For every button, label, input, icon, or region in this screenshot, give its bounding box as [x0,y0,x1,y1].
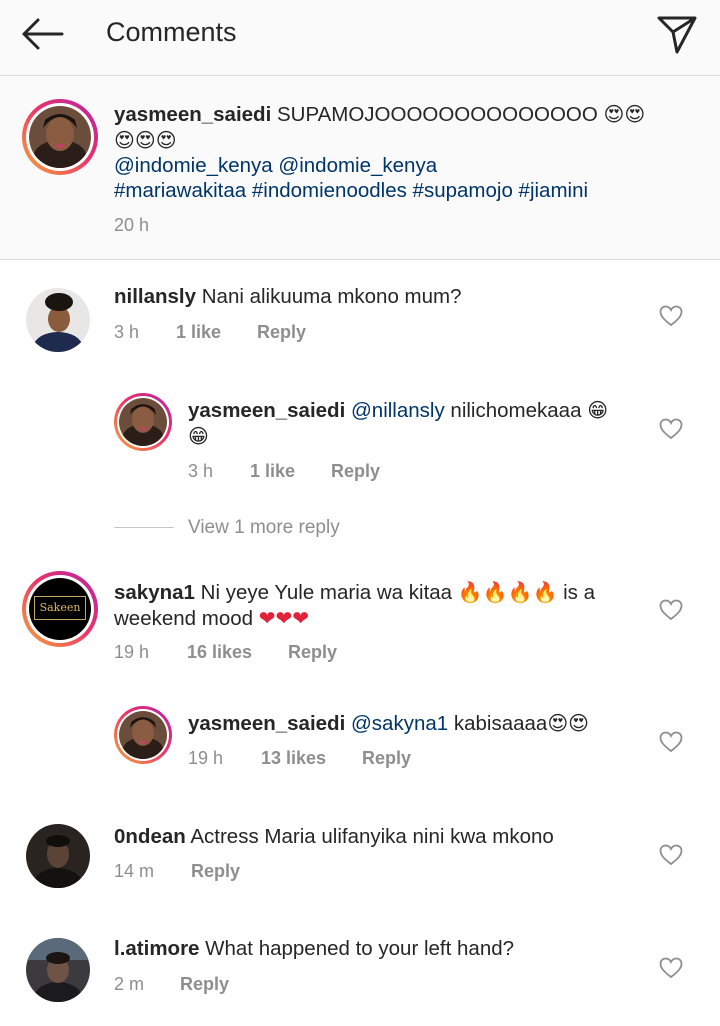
comment-text: Ni yeye Yule maria wa kitaa [200,581,453,604]
heart-eyes-emoji: 😍😍 [547,711,590,735]
heart-icon[interactable] [659,844,683,866]
comment-text-continued: is a [563,581,595,604]
grin-emoji: 😁 [587,398,609,422]
top-bar: Comments [0,0,720,76]
reply-likes[interactable]: 1 like [250,461,295,482]
comment-text: What happened to your left hand? [205,937,515,960]
avatar[interactable] [26,824,90,888]
heart-icon[interactable] [659,731,683,753]
comment-time: 2 m [114,974,145,994]
reply-button[interactable]: Reply [362,748,411,769]
comment-time: 14 m [114,861,155,881]
caption-username[interactable]: yasmeen_saiedi [114,103,271,126]
heart-icon[interactable] [659,305,683,327]
story-ring [114,706,172,764]
heart-eyes-emoji: 😍😍 [603,102,646,126]
story-ring [22,99,98,175]
reply-time: 3 h [188,461,214,481]
comment-time: 3 h [114,322,140,342]
reply-username[interactable]: yasmeen_saiedi [188,712,345,735]
reply-likes[interactable]: 13 likes [261,748,326,769]
comment-text: Nani alikuuma mkono mum? [201,285,462,308]
heart-eyes-emoji: 😍😍😍 [114,128,177,152]
avatar[interactable] [119,711,167,759]
heart-icon[interactable] [659,418,683,440]
comment-username[interactable]: sakyna1 [114,581,195,604]
reply-text: kabisaaaa [453,712,548,735]
back-arrow-icon[interactable] [18,14,66,54]
direct-send-icon[interactable] [655,12,699,56]
sakeen-logo: Sakeen [34,596,86,620]
reply-mention[interactable]: @sakyna1 [351,712,448,735]
reply-text: nilichomekaaa [450,399,582,422]
comment-text-line2: weekend mood [114,607,254,630]
reply-time: 19 h [188,748,224,768]
heart-icon[interactable] [659,599,683,621]
comment-username[interactable]: 0ndean [114,825,186,848]
reply-mention[interactable]: @nillansly [351,399,445,422]
story-ring [114,393,172,451]
comment-username[interactable]: nillansly [114,285,196,308]
view-more-replies-button[interactable]: View 1 more reply [188,517,340,539]
fire-emoji: 🔥🔥🔥🔥 [457,580,558,604]
grin-emoji: 😁 [188,424,209,448]
comment-likes[interactable]: 16 likes [187,642,252,663]
comment-time: 19 h [114,642,150,662]
caption-mentions[interactable]: @indomie_kenya @indomie_kenya [114,153,437,179]
avatar[interactable]: Sakeen [29,578,91,640]
reply-username[interactable]: yasmeen_saiedi [188,399,345,422]
avatar[interactable] [29,106,91,168]
reply-button[interactable]: Reply [180,974,229,995]
avatar[interactable] [119,398,167,446]
comment-likes[interactable]: 1 like [176,322,221,343]
reply-button[interactable]: Reply [288,642,337,663]
caption-hashtags[interactable]: #mariawakitaa #indomienoodles #supamojo … [114,178,588,204]
red-heart-emoji: ❤❤❤ [258,606,310,630]
comment-text: Actress Maria ulifanyika nini kwa mkono [190,825,554,848]
story-ring: Sakeen [22,571,98,647]
reply-button[interactable]: Reply [331,461,380,482]
caption-time: 20 h [114,215,150,235]
reply-button[interactable]: Reply [257,322,306,343]
heart-icon[interactable] [659,957,683,979]
avatar[interactable] [26,938,90,1002]
view-more-divider [114,527,174,528]
page-title: Comments [106,17,237,47]
caption-text: SUPAMOJOOOOOOOOOOOOOO [276,103,598,126]
avatar[interactable] [26,288,90,352]
post-caption: yasmeen_saiedi SUPAMOJOOOOOOOOOOOOOO 😍😍 … [0,76,720,260]
reply-button[interactable]: Reply [191,861,240,882]
comment-username[interactable]: l.atimore [114,937,199,960]
